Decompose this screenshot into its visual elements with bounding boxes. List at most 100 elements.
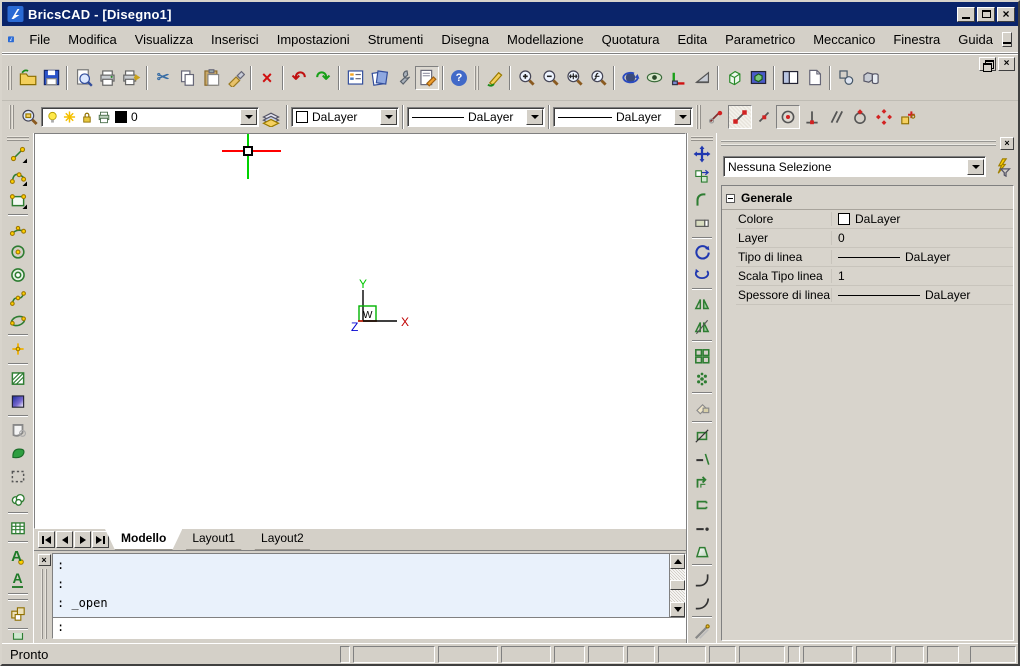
status-cell[interactable] <box>438 646 498 663</box>
status-cell[interactable] <box>554 646 585 663</box>
color-swatch[interactable] <box>838 213 850 225</box>
menu-strumenti[interactable]: Strumenti <box>359 29 433 50</box>
zoom-extents-button[interactable] <box>562 66 586 90</box>
maximize-button[interactable] <box>977 7 995 22</box>
command-input[interactable]: : <box>53 618 685 638</box>
snap-endpoint-button[interactable] <box>728 105 752 129</box>
copy-button[interactable] <box>175 66 199 90</box>
snap-center-button[interactable] <box>776 105 800 129</box>
mtext-button[interactable]: A <box>5 568 31 591</box>
command-history[interactable]: : : : _open <box>53 554 685 618</box>
menu-finestra[interactable]: Finestra <box>884 29 949 50</box>
status-cell[interactable] <box>970 646 1016 663</box>
set-layer-button[interactable] <box>689 396 715 419</box>
trim-button[interactable] <box>689 425 715 448</box>
region-button[interactable] <box>5 419 31 442</box>
snap-quadrant-button[interactable] <box>872 105 896 129</box>
delete-button[interactable]: × <box>255 66 279 90</box>
property-row-colore[interactable]: Colore DaLayer <box>736 210 1013 229</box>
status-cell[interactable] <box>353 646 435 663</box>
help-button[interactable]: ? <box>447 66 471 90</box>
new-sheet-button[interactable] <box>802 66 826 90</box>
layer-color-swatch[interactable] <box>115 111 127 123</box>
status-cell[interactable] <box>340 646 350 663</box>
property-row-layer[interactable]: Layer 0 <box>736 229 1013 248</box>
match-properties-button[interactable] <box>223 66 247 90</box>
spline-button[interactable] <box>5 286 31 309</box>
ellipse-button[interactable] <box>5 309 31 332</box>
rotate-3d-button[interactable] <box>689 263 715 286</box>
solid-button[interactable] <box>5 442 31 465</box>
redline-button[interactable] <box>482 66 506 90</box>
menu-disegna[interactable]: Disegna <box>432 29 498 50</box>
print-button[interactable] <box>95 66 119 90</box>
toolbar-grip[interactable] <box>691 136 713 141</box>
status-cell[interactable] <box>927 646 959 663</box>
entities-3d-button[interactable] <box>858 66 882 90</box>
panel-grip[interactable] <box>721 140 996 146</box>
gradient-button[interactable] <box>5 390 31 413</box>
snap-insertion-button[interactable] <box>896 105 920 129</box>
menu-meccanico[interactable]: Meccanico <box>804 29 884 50</box>
property-row-spessore-di-linea[interactable]: Spessore di linea DaLayer <box>736 286 1013 305</box>
linetype-combobox[interactable]: DaLayer <box>407 107 545 127</box>
break-button[interactable] <box>689 494 715 517</box>
scroll-down-button[interactable] <box>670 602 685 617</box>
layer-dropdown-button[interactable] <box>240 109 257 125</box>
menu-modifica[interactable]: Modifica <box>59 29 125 50</box>
move-button[interactable] <box>689 143 715 166</box>
paste-button[interactable] <box>199 66 223 90</box>
cut-button[interactable]: ✂ <box>151 66 175 90</box>
panel-close-button[interactable]: × <box>1000 137 1014 150</box>
property-row-tipo-di-linea[interactable]: Tipo di linea DaLayer <box>736 248 1013 267</box>
status-cell[interactable] <box>501 646 551 663</box>
named-views-button[interactable] <box>690 66 714 90</box>
polyline-edit-button[interactable] <box>689 189 715 212</box>
menu-inserisci[interactable]: Inserisci <box>202 29 268 50</box>
toolbar-grip[interactable] <box>696 105 701 129</box>
line-button[interactable] <box>5 143 31 166</box>
open-button[interactable] <box>15 66 39 90</box>
command-scrollbar[interactable] <box>669 554 685 617</box>
toolbar-grip[interactable] <box>9 105 14 129</box>
plot-button[interactable] <box>119 66 143 90</box>
rectangle-button[interactable] <box>5 189 31 212</box>
fillet-arc-button[interactable] <box>689 591 715 614</box>
polyline-button[interactable] <box>5 166 31 189</box>
view-eye-button[interactable] <box>642 66 666 90</box>
tab-prev-button[interactable] <box>56 531 73 548</box>
tile-windows-button[interactable] <box>778 66 802 90</box>
settings-button[interactable] <box>415 66 439 90</box>
hatch-button[interactable] <box>5 367 31 390</box>
layer-on-icon[interactable] <box>46 110 59 124</box>
render-button[interactable] <box>746 66 770 90</box>
mirror-button[interactable] <box>689 292 715 315</box>
layers-button[interactable] <box>259 105 283 129</box>
circle-button[interactable] <box>5 240 31 263</box>
copy-entities-button[interactable] <box>834 66 858 90</box>
mdi-minimize-button[interactable] <box>1002 32 1012 47</box>
snap-midpoint-button[interactable] <box>752 105 776 129</box>
status-cell[interactable] <box>658 646 706 663</box>
extend-button[interactable] <box>689 448 715 471</box>
command-close-button[interactable]: × <box>38 554 51 566</box>
revision-cloud-button[interactable] <box>5 487 31 510</box>
status-cell[interactable] <box>739 646 785 663</box>
zoom-previous-button[interactable] <box>586 66 610 90</box>
snap-nearest-button[interactable] <box>704 105 728 129</box>
collapse-icon[interactable] <box>726 194 735 203</box>
ucs-button[interactable] <box>666 66 690 90</box>
fillet-button[interactable] <box>689 568 715 591</box>
zoom-in-button[interactable] <box>514 66 538 90</box>
boundary-button[interactable] <box>5 464 31 487</box>
toolbar-grip[interactable] <box>474 66 479 90</box>
tab-layout2[interactable]: Layout2 <box>245 529 320 550</box>
lineweight-combobox[interactable]: DaLayer <box>553 107 693 127</box>
scroll-thumb[interactable] <box>670 580 685 590</box>
menu-edita[interactable]: Edita <box>668 29 716 50</box>
donut-button[interactable] <box>5 263 31 286</box>
insert-block-button[interactable] <box>5 603 31 626</box>
toolbar-grip[interactable] <box>7 136 29 141</box>
color-dropdown-button[interactable] <box>380 109 397 125</box>
zoom-out-button[interactable] <box>538 66 562 90</box>
